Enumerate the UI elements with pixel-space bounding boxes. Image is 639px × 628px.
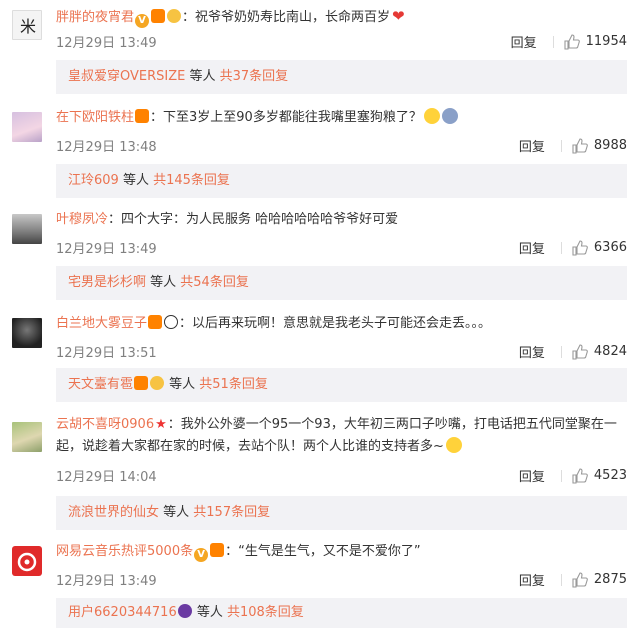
like-button[interactable]: 11954 <box>564 33 627 50</box>
thumbs-up-icon <box>572 467 588 484</box>
comment-text: ：“生气是生气，又不是不爱你了” <box>225 544 421 559</box>
avatar[interactable] <box>12 318 42 348</box>
reply-user[interactable]: 流浪世界的仙女 <box>68 505 159 520</box>
like-count: 6366 <box>593 240 627 255</box>
comment-text: ：下至3岁上至90多岁都能往我嘴里塞狗粮了？ <box>150 110 422 125</box>
medal-badge-icon <box>167 9 182 23</box>
reply-count-link[interactable]: 共37条回复 <box>220 69 289 84</box>
commenter-name[interactable]: 在下欧阳铁柱 <box>56 110 134 125</box>
grin-emoji-icon <box>423 108 440 124</box>
reply-button[interactable]: 回复 <box>519 136 545 155</box>
reply-button[interactable]: 回复 <box>519 238 545 257</box>
avatar[interactable] <box>12 112 42 142</box>
comment-time: 12月29日 14:04 <box>56 470 157 485</box>
music-logo-icon <box>17 552 37 572</box>
reply-user[interactable]: 用户6620344716 <box>68 605 177 620</box>
thumbs-up-icon <box>572 343 588 360</box>
like-count: 4824 <box>593 344 627 359</box>
avatar-logo-icon: 米 <box>20 17 36 36</box>
reply-count-link[interactable]: 共145条回复 <box>153 173 230 188</box>
divider <box>560 573 562 586</box>
shock-emoji-icon <box>441 108 458 124</box>
reply-preview[interactable]: 江玲609 等人 共145条回复 <box>56 164 627 198</box>
comment-time: 12月29日 13:49 <box>56 574 157 589</box>
like-count: 2875 <box>593 572 627 587</box>
reply-preview[interactable]: 宅男是杉杉啊 等人 共54条回复 <box>56 266 627 300</box>
reply-user[interactable]: 江玲609 <box>68 173 119 188</box>
reply-etc: 等人 <box>159 505 194 520</box>
reply-button[interactable]: 回复 <box>519 570 545 589</box>
comment-time: 12月29日 13:49 <box>56 36 157 51</box>
thumbs-up-icon <box>572 571 588 588</box>
avatar[interactable] <box>12 214 42 244</box>
thumbs-up-icon <box>572 239 588 256</box>
reply-preview[interactable]: 流浪世界的仙女 等人 共157条回复 <box>56 496 627 530</box>
divider <box>560 241 562 254</box>
commenter-name[interactable]: 白兰地大雾豆子 <box>56 316 147 331</box>
comment-text: ：四个大字：为人民服务 哈哈哈哈哈哈爷爷好可爱 <box>108 212 399 227</box>
verified-badge-icon: V <box>135 14 150 28</box>
svg-text:米: 米 <box>20 17 36 36</box>
divider <box>560 139 562 152</box>
reply-button[interactable]: 回复 <box>511 32 537 51</box>
reply-count-link[interactable]: 共157条回复 <box>193 505 270 520</box>
reply-etc: 等人 <box>185 69 220 84</box>
reply-user[interactable]: 皇叔爱穿OVERSIZE <box>68 69 185 84</box>
comment-time: 12月29日 13:48 <box>56 140 157 155</box>
like-count: 4523 <box>593 468 627 483</box>
thumbs-up-icon <box>572 137 588 154</box>
verified-badge-icon: V <box>194 548 209 562</box>
divider <box>552 35 554 48</box>
vip-badge-icon <box>134 376 149 390</box>
avatar[interactable] <box>12 546 42 576</box>
avatar[interactable]: 米 <box>12 10 42 40</box>
avatar[interactable] <box>12 422 42 452</box>
like-button[interactable]: 2875 <box>572 571 627 588</box>
reply-user[interactable]: 宅男是杉杉啊 <box>68 275 146 290</box>
like-button[interactable]: 8988 <box>572 137 627 154</box>
medal-badge-icon <box>150 376 165 390</box>
vip-badge-icon <box>135 109 150 123</box>
like-count: 11954 <box>585 34 627 49</box>
reply-button[interactable]: 回复 <box>519 342 545 361</box>
reply-etc: 等人 <box>192 605 227 620</box>
vip-badge-icon <box>210 543 225 557</box>
reply-preview[interactable]: 皇叔爱穿OVERSIZE 等人 共37条回复 <box>56 60 627 94</box>
reply-count-link[interactable]: 共108条回复 <box>227 605 304 620</box>
vip-badge-icon <box>151 9 166 23</box>
heart-emoji-icon: ❤ <box>392 7 405 25</box>
reply-etc: 等人 <box>118 173 154 188</box>
like-button[interactable]: 6366 <box>572 239 627 256</box>
star-badge-icon: ★ <box>155 417 167 432</box>
vip-badge-icon <box>148 315 163 329</box>
panda-emoji-icon <box>164 315 179 329</box>
comment-time: 12月29日 13:49 <box>56 242 157 257</box>
commenter-name[interactable]: 叶穆夙冷 <box>56 212 108 227</box>
commenter-name[interactable]: 胖胖的夜宵君 <box>56 10 134 25</box>
reply-count-link[interactable]: 共54条回复 <box>180 275 249 290</box>
reply-preview[interactable]: 天文臺有雹 等人 共51条回复 <box>56 368 627 402</box>
reply-button[interactable]: 回复 <box>519 466 545 485</box>
like-button[interactable]: 4523 <box>572 467 627 484</box>
commenter-name[interactable]: 云胡不喜呀0906 <box>56 417 154 432</box>
comment-text: ：以后再来玩啊！意思就是我老头子可能还会走丢。。。 <box>179 316 492 331</box>
comment-time: 12月29日 13:51 <box>56 346 157 361</box>
purple-badge-icon <box>177 604 192 618</box>
reply-preview[interactable]: 用户6620344716 等人 共108条回复 <box>56 598 627 628</box>
commenter-name[interactable]: 网易云音乐热评5000条 <box>56 544 193 559</box>
thumbs-up-icon <box>564 33 580 50</box>
comment-text: ：祝爷爷奶奶寿比南山，长命两百岁 <box>182 10 391 25</box>
like-count: 8988 <box>593 138 627 153</box>
divider <box>560 469 562 482</box>
reply-count-link[interactable]: 共51条回复 <box>199 377 268 392</box>
comment-content: 云胡不喜呀0906★：我外公外婆一个95一个93，大年初三两口子吵嘴，打电话把五… <box>56 414 627 458</box>
divider <box>560 345 562 358</box>
reply-etc: 等人 <box>146 275 181 290</box>
like-button[interactable]: 4824 <box>572 343 627 360</box>
reply-etc: 等人 <box>165 377 200 392</box>
reply-user[interactable]: 天文臺有雹 <box>68 377 133 392</box>
laugh-emoji-icon <box>445 437 462 453</box>
